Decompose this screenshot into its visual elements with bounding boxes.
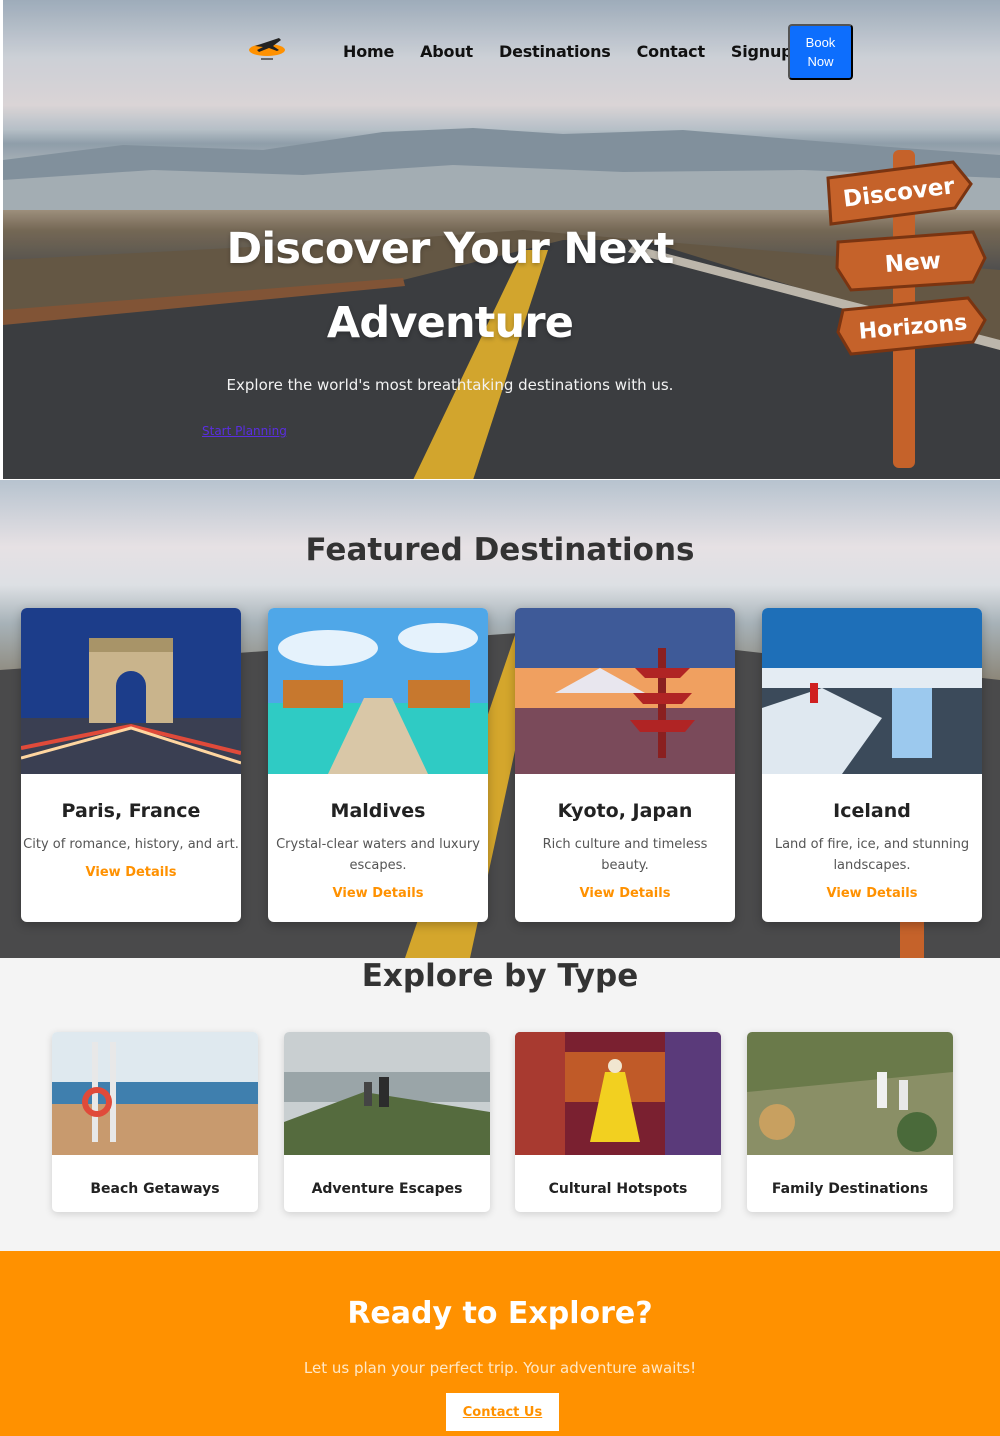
- view-details-link[interactable]: View Details: [515, 886, 735, 901]
- family-icon: [747, 1032, 953, 1155]
- type-card-cultural[interactable]: Cultural Hotspots: [515, 1032, 721, 1212]
- destination-name: Paris, France: [61, 800, 201, 822]
- destination-name: Kyoto, Japan: [557, 800, 693, 822]
- hero-title: Discover Your Next Adventure: [226, 224, 675, 348]
- nav-link-contact[interactable]: Contact: [637, 42, 706, 61]
- featured-title: Featured Destinations: [305, 532, 695, 568]
- nav-link-destinations[interactable]: Destinations: [499, 42, 611, 61]
- destination-description: Crystal-clear waters and luxury escapes.: [276, 837, 480, 873]
- airplane-logo-icon[interactable]: [245, 30, 289, 64]
- sign-board-horizons: Horizons: [836, 296, 987, 356]
- destination-description: City of romance, history, and art.: [23, 837, 239, 852]
- type-name: Beach Getaways: [90, 1181, 220, 1197]
- cta-title: Ready to Explore?: [347, 1296, 653, 1331]
- market-icon: [515, 1032, 721, 1155]
- type-name: Adventure Escapes: [311, 1181, 463, 1197]
- start-planning-link[interactable]: Start Planning: [202, 424, 287, 438]
- view-details-link[interactable]: View Details: [762, 886, 982, 901]
- type-name: Family Destinations: [771, 1181, 929, 1197]
- explore-title: Explore by Type: [361, 958, 639, 994]
- waterfall-icon: [762, 608, 982, 774]
- type-card-family[interactable]: Family Destinations: [747, 1032, 953, 1212]
- sign-text-new: New: [884, 248, 942, 278]
- cta-subtitle: Let us plan your perfect trip. Your adve…: [303, 1359, 697, 1377]
- view-details-link[interactable]: View Details: [268, 886, 488, 901]
- arc-de-triomphe-icon: [21, 608, 241, 774]
- nav-link-signup[interactable]: Signup: [731, 42, 793, 61]
- view-details-link[interactable]: View Details: [21, 865, 241, 880]
- destination-name: Iceland: [833, 800, 911, 822]
- nav-links: Home About Destinations Contact Signup: [343, 42, 818, 61]
- type-card-adventure[interactable]: Adventure Escapes: [284, 1032, 490, 1212]
- sign-board-new: New: [835, 230, 987, 292]
- nav-link-about[interactable]: About: [420, 42, 473, 61]
- signpost-illustration: Discover New Horizons: [826, 150, 987, 468]
- destination-card-iceland[interactable]: Iceland Land of fire, ice, and stunning …: [762, 608, 982, 922]
- top-navigation: Home About Destinations Contact Signup B…: [0, 0, 1000, 100]
- hikers-icon: [284, 1032, 490, 1155]
- destination-description: Rich culture and timeless beauty.: [542, 837, 708, 873]
- destination-name: Maldives: [330, 800, 426, 822]
- book-now-button[interactable]: Book Now: [788, 24, 853, 80]
- destination-card-kyoto[interactable]: Kyoto, Japan Rich culture and timeless b…: [515, 608, 735, 922]
- type-card-beach[interactable]: Beach Getaways: [52, 1032, 258, 1212]
- beach-icon: [52, 1032, 258, 1155]
- destination-card-maldives[interactable]: Maldives Crystal-clear waters and luxury…: [268, 608, 488, 922]
- destination-description: Land of fire, ice, and stunning landscap…: [774, 837, 970, 873]
- contact-us-button[interactable]: Contact Us: [446, 1393, 559, 1431]
- destination-card-paris[interactable]: Paris, France City of romance, history, …: [21, 608, 241, 922]
- nav-link-home[interactable]: Home: [343, 42, 394, 61]
- pagoda-icon: [515, 608, 735, 774]
- sign-board-discover: Discover: [826, 160, 973, 226]
- overwater-bungalows-icon: [268, 608, 488, 774]
- hero-subtitle: Explore the world's most breathtaking de…: [226, 376, 674, 394]
- type-name: Cultural Hotspots: [548, 1181, 688, 1197]
